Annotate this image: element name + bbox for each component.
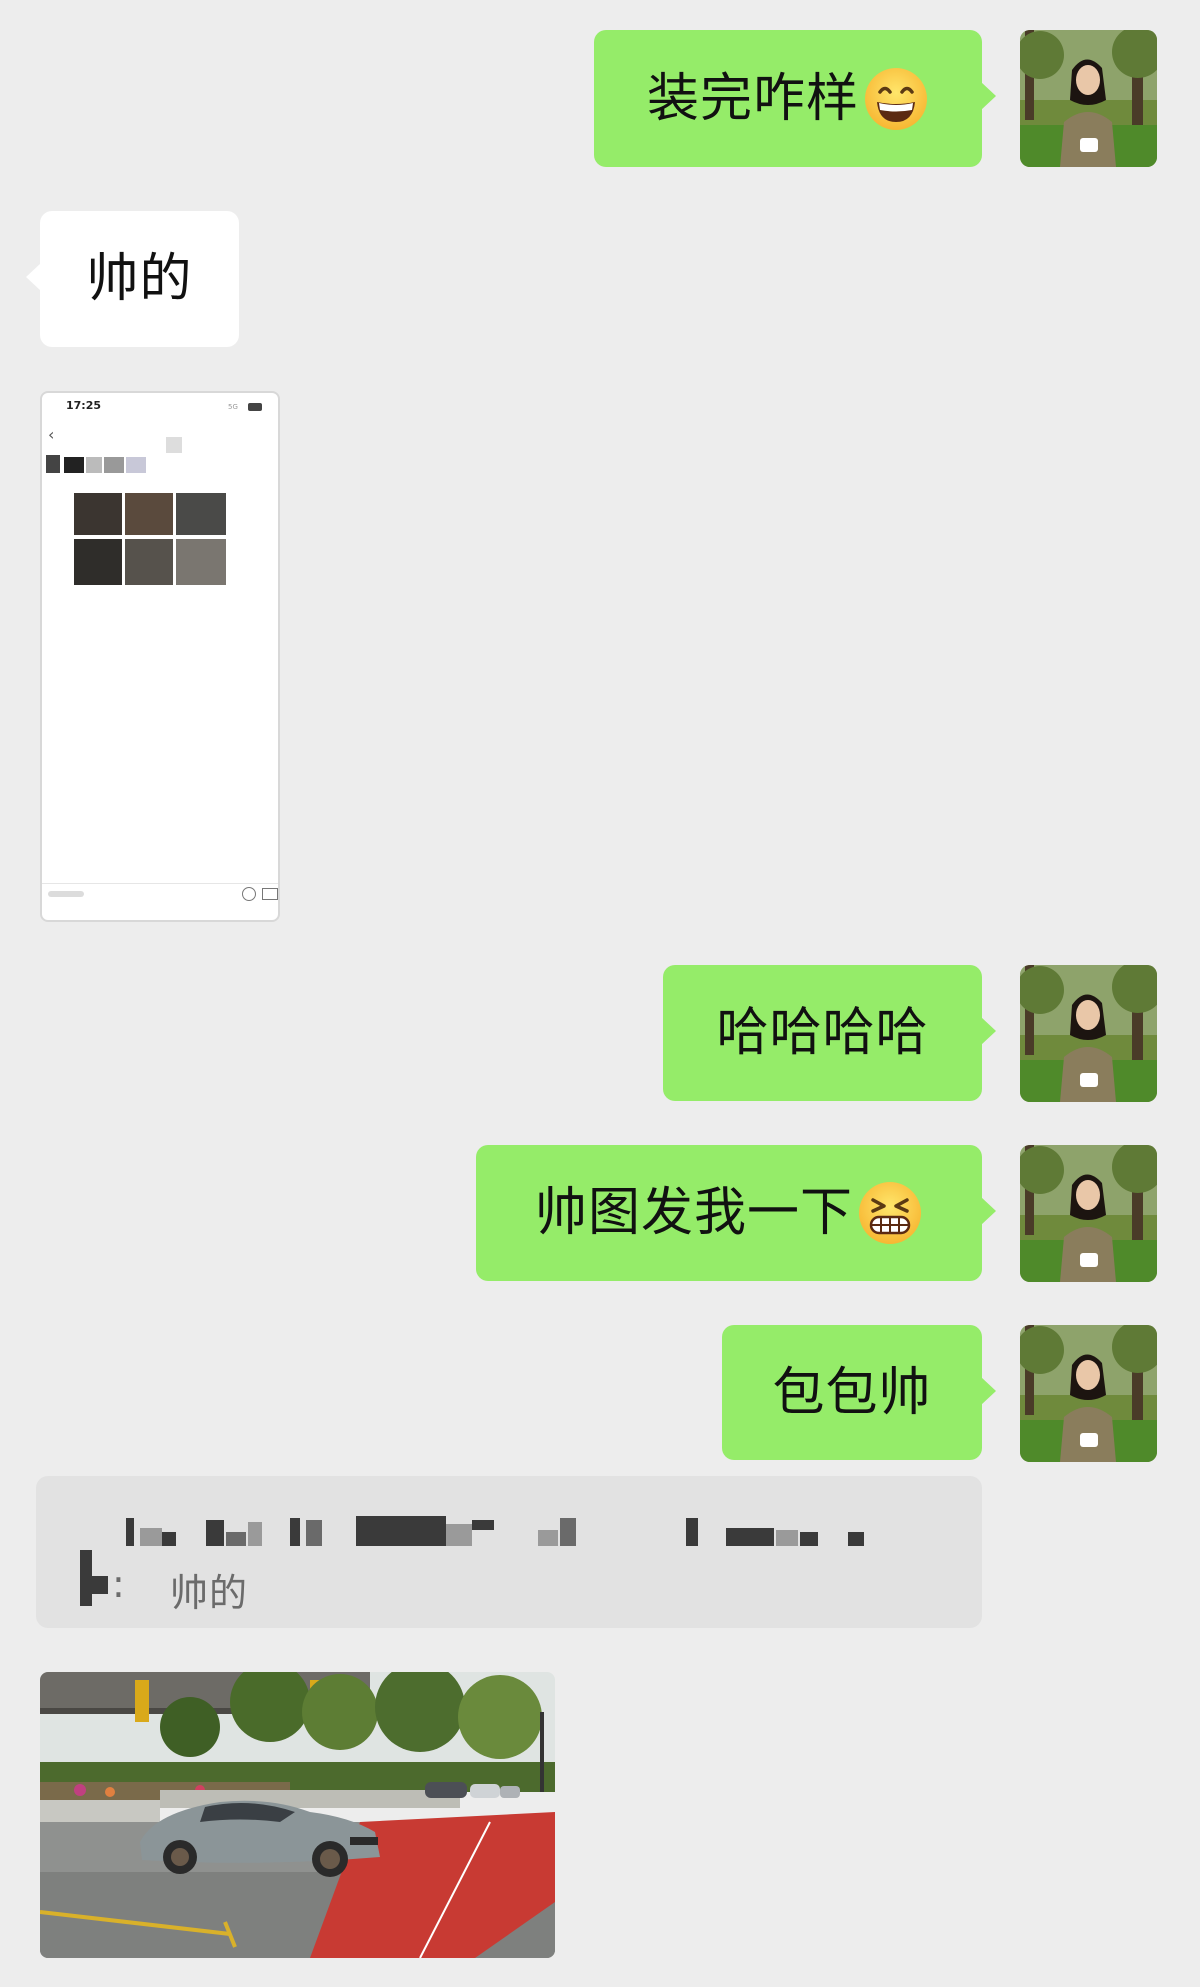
avatar[interactable] bbox=[1020, 965, 1157, 1102]
mosaic-block bbox=[306, 1520, 322, 1546]
quoted-prefix: : bbox=[112, 1562, 126, 1606]
message-bubble-me[interactable]: 装完咋样 bbox=[594, 30, 996, 167]
message-text: 包包帅 bbox=[772, 1362, 932, 1423]
message-bubble-me[interactable]: 哈哈哈哈 bbox=[663, 965, 996, 1101]
quoted-text: 帅的 bbox=[170, 1571, 249, 1615]
mosaic-block bbox=[776, 1530, 798, 1546]
blurred-avatar bbox=[46, 455, 60, 473]
emoji-icon bbox=[242, 887, 256, 901]
avatar[interactable] bbox=[1020, 1145, 1157, 1282]
message-text: 帅图发我一下 bbox=[534, 1183, 853, 1243]
message-bubble-me[interactable]: 包包帅 bbox=[722, 1325, 996, 1460]
message-text: 帅的 bbox=[86, 249, 193, 309]
mosaic-block bbox=[446, 1524, 472, 1546]
message-bubble-other[interactable]: 帅的 bbox=[26, 211, 239, 347]
avatar[interactable] bbox=[1020, 30, 1157, 167]
grinning-face-emoji-icon bbox=[863, 66, 929, 132]
mosaic-block bbox=[206, 1520, 224, 1546]
grid-photo bbox=[176, 539, 226, 585]
blurred-name bbox=[64, 457, 84, 473]
mosaic-block bbox=[472, 1520, 494, 1530]
mosaic-block bbox=[538, 1530, 558, 1546]
mosaic-block bbox=[686, 1518, 698, 1546]
battery-icon bbox=[248, 403, 262, 411]
grinning-squinting-face-emoji-icon bbox=[857, 1180, 923, 1246]
grid-photo bbox=[74, 539, 122, 585]
avatar[interactable] bbox=[1020, 1325, 1157, 1462]
image-icon bbox=[262, 888, 278, 900]
mosaic-block bbox=[80, 1550, 92, 1606]
mosaic-block bbox=[140, 1528, 162, 1546]
status-signal: 5G bbox=[228, 403, 238, 411]
status-time: 17:25 bbox=[66, 399, 102, 412]
grid-photo bbox=[74, 493, 122, 535]
grid-photo bbox=[125, 493, 173, 535]
grid-photo bbox=[125, 539, 173, 585]
grid-photo bbox=[176, 493, 226, 535]
mosaic-block bbox=[248, 1522, 262, 1546]
photo-grid bbox=[74, 493, 226, 585]
input-placeholder bbox=[48, 891, 84, 897]
mosaic-block bbox=[560, 1518, 576, 1546]
mosaic-block bbox=[356, 1516, 446, 1546]
mosaic-block bbox=[800, 1532, 818, 1546]
message-bubble-me[interactable]: 帅图发我一下 bbox=[476, 1145, 996, 1281]
message-text: 哈哈哈哈 bbox=[716, 1003, 929, 1063]
car-photo[interactable] bbox=[40, 1672, 555, 1958]
mosaic-block bbox=[92, 1576, 108, 1594]
quoted-message[interactable]: : 帅的 bbox=[36, 1476, 982, 1628]
mosaic-block bbox=[848, 1532, 864, 1546]
blurred-name bbox=[104, 457, 124, 473]
back-chevron-icon: ‹ bbox=[48, 425, 55, 444]
message-text: 装完咋样 bbox=[646, 68, 859, 129]
mosaic-block bbox=[162, 1532, 176, 1546]
input-bar bbox=[42, 883, 278, 884]
blurred-tag bbox=[166, 437, 182, 453]
screenshot-image[interactable]: 17:25 5G ‹ bbox=[40, 391, 280, 922]
mosaic-block bbox=[226, 1532, 246, 1546]
blurred-name bbox=[86, 457, 102, 473]
mosaic-block bbox=[726, 1528, 774, 1546]
mosaic-block bbox=[290, 1518, 300, 1546]
mosaic-block bbox=[126, 1518, 134, 1546]
blurred-name bbox=[126, 457, 146, 473]
